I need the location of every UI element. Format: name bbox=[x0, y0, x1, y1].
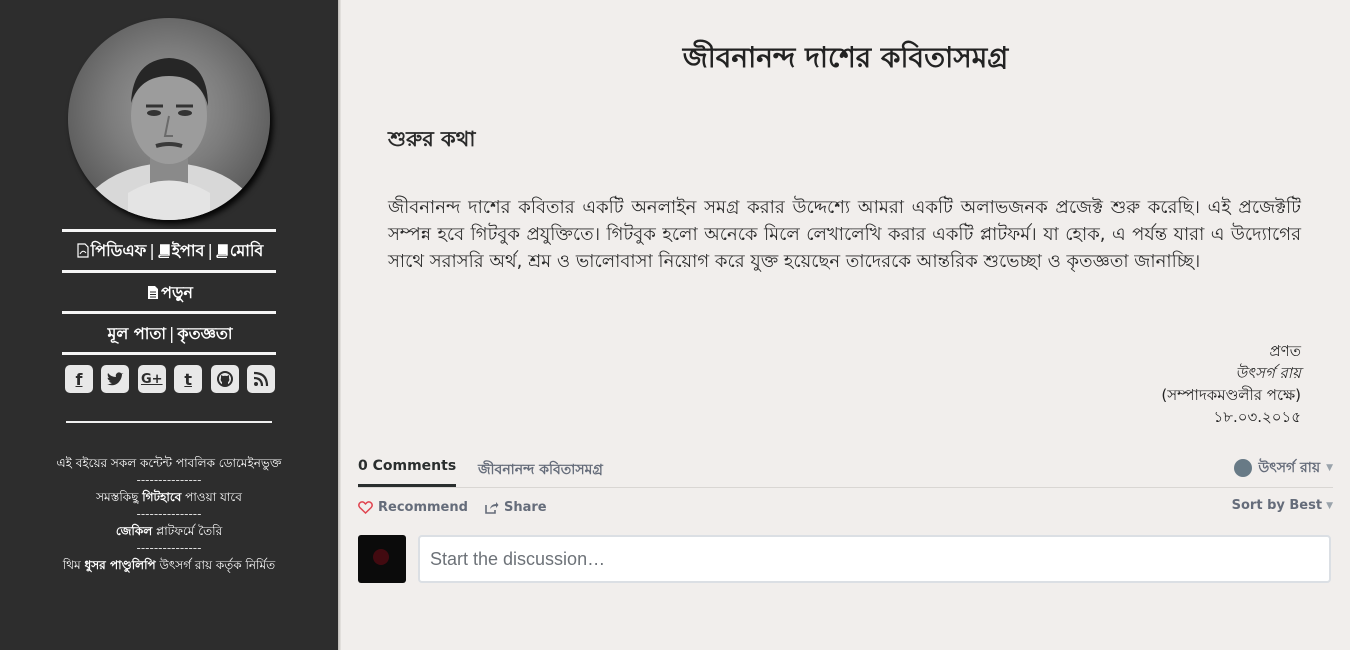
divider bbox=[62, 311, 276, 314]
public-domain-note: এই বইয়ের সকল কন্টেন্ট পাবলিক ডোমেইনভুক্… bbox=[56, 456, 282, 470]
chevron-down-icon: ▼ bbox=[1326, 500, 1333, 511]
jekyll-link[interactable]: জেকিল bbox=[116, 524, 152, 538]
user-name: উৎসর্গ রায় bbox=[1258, 460, 1321, 476]
github-icon[interactable] bbox=[210, 365, 239, 393]
book-icon bbox=[157, 243, 170, 262]
author-portrait bbox=[68, 18, 270, 220]
download-links: পিডিএফ | ইপাব | মোবি bbox=[40, 238, 300, 265]
divider bbox=[66, 421, 272, 423]
comment-input[interactable]: Start the discussion… bbox=[418, 535, 1331, 583]
pdf-file-icon bbox=[77, 243, 89, 262]
mobi-link[interactable]: মোবি bbox=[216, 241, 263, 262]
social-links: f G+ t bbox=[65, 365, 275, 393]
avatar bbox=[358, 535, 406, 583]
thanks-link[interactable]: কৃতজ্ঞতা bbox=[177, 324, 232, 343]
book-icon bbox=[216, 243, 228, 262]
facebook-icon[interactable]: f bbox=[65, 365, 93, 393]
home-link[interactable]: মূল পাতা bbox=[107, 324, 166, 343]
sidebar-footer: এই বইয়ের সকল কন্টেন্ট পাবলিক ডোমেইনভুক্… bbox=[0, 455, 338, 574]
sort-dropdown[interactable]: Sort by Best ▼ bbox=[1232, 498, 1333, 513]
theme-note: থিম ধুসর পাণ্ডুলিপি উৎসর্গ রায় কর্তৃক ন… bbox=[62, 558, 276, 572]
rss-icon[interactable] bbox=[246, 365, 275, 393]
signature-label: প্রণত bbox=[1269, 342, 1301, 360]
read-link[interactable]: পড়ুন bbox=[147, 283, 193, 302]
heart-icon bbox=[358, 501, 373, 514]
pdf-link[interactable]: পিডিএফ bbox=[77, 241, 146, 262]
signature-block: প্রণত উৎসর্গ রায় (সম্পাদকমণ্ডলীর পক্ষে)… bbox=[1161, 340, 1301, 428]
read-row: পড়ুন bbox=[40, 280, 300, 307]
signature-role: (সম্পাদকমণ্ডলীর পক্ষে) bbox=[1161, 386, 1301, 404]
divider bbox=[62, 229, 276, 232]
chat-bubble-icon bbox=[1234, 459, 1253, 477]
nav-links: মূল পাতা | কৃতজ্ঞতা bbox=[107, 324, 233, 343]
sidebar: পিডিএফ | ইপাব | মোবি পড়ুন মূল পাতা | কৃতজ্ঞতা… bbox=[0, 0, 338, 650]
share-button[interactable]: Share bbox=[485, 500, 547, 515]
chevron-down-icon: ▼ bbox=[1326, 463, 1333, 473]
comments-header: 0 Comments জীবনানন্দ কবিতাসমগ্র উৎসর্গ র… bbox=[358, 456, 1333, 488]
main-content: জীবনানন্দ দাশের কবিতাসমগ্র শুরুর কথা জীব… bbox=[341, 0, 1350, 650]
tumblr-icon[interactable]: t bbox=[174, 365, 203, 393]
user-menu[interactable]: উৎসর্গ রায় ▼ bbox=[1234, 456, 1333, 480]
github-note: সমস্তকিছু গিটহাবে পাওয়া যাবে bbox=[96, 490, 242, 504]
comments-actions: Recommend Share Sort by Best ▼ bbox=[358, 498, 1333, 518]
community-tab[interactable]: জীবনানন্দ কবিতাসমগ্র bbox=[478, 458, 603, 482]
epub-link[interactable]: ইপাব bbox=[157, 241, 204, 262]
divider bbox=[62, 270, 276, 273]
comments-count-tab[interactable]: 0 Comments bbox=[358, 458, 457, 487]
jekyll-note: জেকিল প্লাটফর্মে তৈরি bbox=[115, 524, 223, 538]
signature-date: ১৮.০৩.২০১৫ bbox=[1213, 408, 1301, 426]
section-heading: শুরুর কথা bbox=[388, 127, 476, 151]
share-icon bbox=[485, 502, 499, 514]
signature-name: উৎসর্গ রায় bbox=[1235, 364, 1301, 382]
twitter-icon[interactable] bbox=[101, 365, 130, 393]
page-title: জীবনানন্দ দাশের কবিতাসমগ্র bbox=[682, 41, 1009, 74]
document-icon bbox=[147, 285, 159, 304]
divider bbox=[62, 352, 276, 355]
recommend-button[interactable]: Recommend bbox=[358, 500, 468, 515]
google-plus-icon[interactable]: G+ bbox=[137, 365, 166, 393]
portrait-image bbox=[75, 58, 263, 220]
github-link[interactable]: গিটহাবে bbox=[142, 490, 181, 504]
intro-paragraph: জীবনানন্দ দাশের কবিতার একটি অনলাইন সমগ্র… bbox=[388, 197, 1301, 272]
theme-link[interactable]: ধুসর পাণ্ডুলিপি bbox=[85, 558, 156, 572]
